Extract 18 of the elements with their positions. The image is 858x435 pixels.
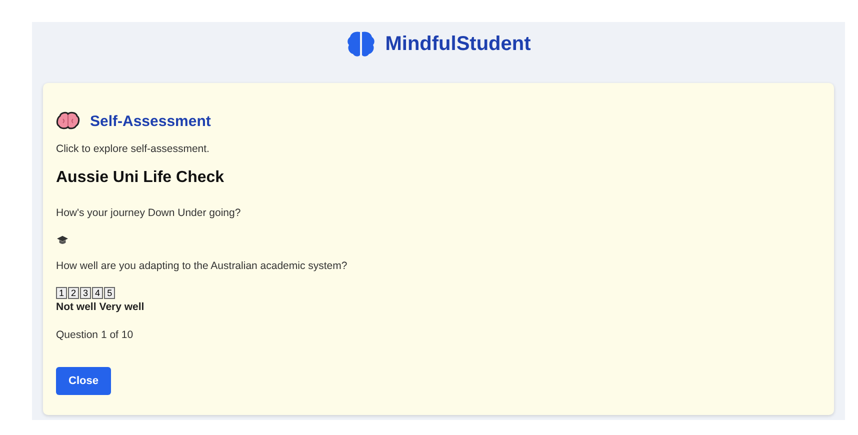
brain-icon	[56, 111, 80, 131]
rating-button[interactable]: 4	[92, 287, 104, 299]
hint-text: Click to explore self-assessment.	[56, 143, 210, 155]
rating-button[interactable]: 3	[80, 287, 92, 299]
progress-text: Question 1 of 10	[56, 329, 134, 341]
scale-label: Very well	[99, 301, 144, 313]
close-button[interactable]: Close	[56, 367, 111, 395]
app-title: MindfulStudent	[385, 32, 531, 56]
rating-button[interactable]: 2	[68, 287, 80, 299]
scale-label: Not well	[56, 301, 96, 313]
intro-text: How's your journey Down Under going?	[56, 207, 242, 219]
rating-button[interactable]: 5	[104, 287, 116, 299]
question-text: How well are you adapting to the Australian academic system?	[56, 260, 348, 272]
quiz-title: Aussie Uni Life Check	[56, 169, 226, 187]
graduation-cap-icon	[56, 235, 69, 246]
brain-icon	[346, 29, 376, 59]
rating-button[interactable]: 1	[56, 287, 68, 299]
section-title: Self-Assessment	[90, 112, 211, 130]
